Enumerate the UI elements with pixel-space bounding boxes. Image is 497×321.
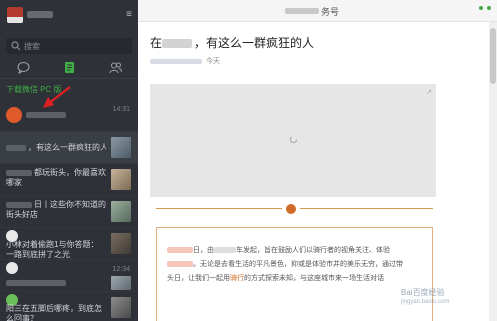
chat-name-blurred	[26, 110, 126, 120]
account-name-blurred	[27, 11, 53, 18]
watermark-url: jingyan.baidu.com	[401, 299, 450, 305]
expand-icon[interactable]: ↗	[426, 88, 432, 96]
chat-preview-blurred	[6, 278, 106, 288]
watermark: Bai百度经验 jingyan.baidu.com	[401, 287, 481, 313]
avatar[interactable]	[7, 7, 23, 23]
read-articles-icon	[64, 61, 74, 73]
chat-preview: 小林对着偷跑1与你答题：一路到底拼了之光	[6, 240, 99, 259]
window-title: 务号	[321, 7, 340, 17]
chat-bubble-icon	[16, 61, 30, 74]
quote-line: 头日，让我们一起用骑行的方式探索未知，与这座城市来一场生活对话	[167, 275, 384, 282]
tab-contacts[interactable]	[92, 58, 138, 76]
list-item[interactable]: 12:34	[0, 260, 138, 292]
window-control-icon[interactable]	[487, 6, 491, 10]
quote-line: 。无论是去看生活的平凡景色，抑或是体验市井的美乐无穷，通过带	[167, 260, 403, 270]
list-item[interactable]: 小林对着偷跑1与你答题：一路到底拼了之光	[0, 228, 138, 260]
article-thumbnail	[111, 297, 131, 318]
contacts-icon	[108, 61, 122, 73]
tabs-divider	[0, 78, 138, 79]
article-title: 在，有这么一群疯狂的人	[150, 36, 315, 50]
chat-preview: ，有这么一群疯狂的人	[6, 143, 106, 153]
article-thumbnail	[111, 233, 131, 254]
search-icon	[11, 41, 21, 51]
window-controls	[479, 6, 491, 10]
section-divider-badge	[286, 204, 296, 214]
article-thumbnail	[111, 276, 131, 290]
list-item[interactable]: 日丨这些你不知道的街头好店	[0, 196, 138, 228]
article-thumbnail	[111, 137, 131, 158]
list-item[interactable]: ，有这么一群疯狂的人	[0, 132, 138, 164]
scrollbar[interactable]	[489, 22, 497, 321]
window-titlebar: 务号	[138, 0, 497, 22]
tab-chats[interactable]	[0, 58, 46, 76]
chat-time: 12:34	[112, 266, 130, 273]
tab-read-articles[interactable]	[46, 58, 92, 76]
sidebar: ≡ 搜索 下载微信 PC 版 14:31 ，有这么一群疯狂的人 都玩街头，你最喜…	[0, 0, 138, 321]
article-thumbnail	[111, 201, 131, 222]
menu-icon[interactable]: ≡	[126, 9, 132, 20]
chat-list: 14:31 ，有这么一群疯狂的人 都玩街头，你最喜欢哪家 日丨这些你不知道的街头…	[0, 100, 138, 321]
chat-time: 14:31	[112, 106, 130, 113]
quote-box: 日，由 车发起，旨在鼓励人们以骑行者的视角关注、体验 。无论是去看生活的平凡景色，…	[156, 227, 433, 321]
article-thumbnail	[111, 169, 131, 190]
article-time: 今天	[205, 58, 220, 65]
author-blurred	[150, 58, 202, 64]
image-placeholder: ↗	[150, 84, 436, 197]
search-placeholder: 搜索	[24, 41, 40, 51]
avatar	[6, 262, 18, 274]
chat-preview: 都玩街头，你最喜欢哪家	[6, 168, 106, 187]
list-item[interactable]: 都玩街头，你最喜欢哪家	[0, 164, 138, 196]
sidebar-tabs	[0, 58, 138, 76]
watermark-text: Bai百度经验	[401, 288, 445, 297]
article-content: 在，有这么一群疯狂的人 今天 ↗ 日，由 车发起，旨在鼓励人们以骑行者的视角关注、…	[138, 22, 489, 321]
window-control-icon[interactable]	[479, 6, 483, 10]
account-name-blurred	[285, 8, 319, 14]
section-divider	[300, 208, 433, 209]
section-divider	[156, 208, 282, 209]
list-item[interactable]: 14:31	[0, 100, 138, 132]
article-pane: 务号 在，有这么一群疯狂的人 今天 ↗ 日，由 车发起，旨在鼓励人们以骑行者的视角…	[138, 0, 497, 321]
sidebar-header: ≡	[0, 0, 138, 36]
article-meta: 今天	[150, 56, 220, 66]
chat-preview: 日丨这些你不知道的街头好店	[6, 200, 106, 219]
avatar	[6, 107, 22, 123]
chat-preview: 阳三在五脚后哪疼，到底怎么回事？	[6, 304, 102, 321]
list-item[interactable]: 阳三在五脚后哪疼，到底怎么回事？	[0, 292, 138, 321]
quote-line: 日，由 车发起，旨在鼓励人们以骑行者的视角关注、体验	[167, 246, 390, 256]
search-input[interactable]: 搜索	[6, 38, 132, 54]
scrollbar-thumb[interactable]	[490, 28, 496, 84]
loading-spinner-icon	[289, 135, 298, 144]
